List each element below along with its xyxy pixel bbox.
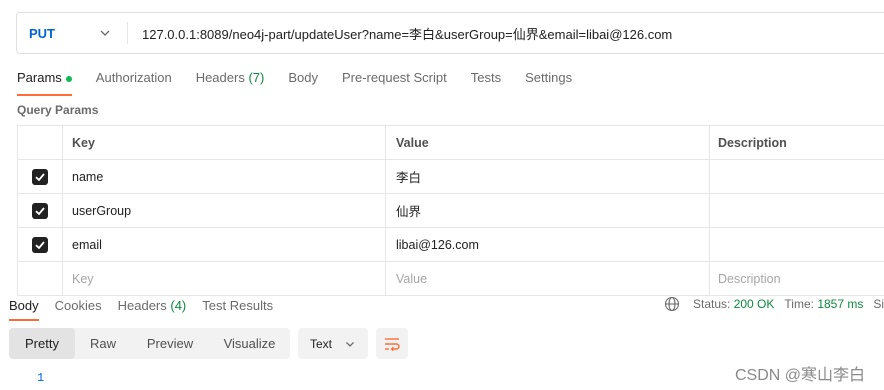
- table-row: name 李白: [17, 160, 884, 194]
- row-checkbox-cell: [17, 262, 63, 295]
- param-value[interactable]: 李白: [386, 160, 710, 193]
- wrap-lines-button[interactable]: [376, 328, 408, 359]
- column-header-value: Value: [386, 126, 710, 159]
- header-checkbox-cell: [17, 126, 63, 159]
- format-select-label: Text: [310, 336, 333, 351]
- checkbox-checked-icon[interactable]: [32, 168, 48, 185]
- request-url-bar: PUT 127.0.0.1:8089/neo4j-part/updateUser…: [16, 12, 884, 54]
- tab-pre-request-script[interactable]: Pre-request Script: [342, 70, 447, 94]
- tab-label: Body: [288, 70, 318, 85]
- column-header-key: Key: [63, 126, 386, 159]
- tab-params[interactable]: Params: [17, 70, 72, 96]
- row-checkbox-cell: [17, 160, 63, 193]
- tab-label: Headers: [195, 70, 245, 85]
- new-description-input[interactable]: Description: [710, 262, 884, 295]
- chevron-down-icon: [100, 30, 110, 36]
- param-description[interactable]: [710, 194, 884, 227]
- new-key-input[interactable]: Key: [63, 262, 386, 295]
- table-row-new: Key Value Description: [17, 262, 884, 296]
- tab-label: Tests: [470, 70, 502, 85]
- param-value[interactable]: 仙界: [386, 194, 710, 227]
- table-row: email libai@126.com: [17, 228, 884, 262]
- url-input[interactable]: 127.0.0.1:8089/neo4j-part/updateUser?nam…: [128, 24, 672, 43]
- param-description[interactable]: [710, 160, 884, 193]
- param-value[interactable]: libai@126.com: [386, 228, 710, 261]
- view-pretty-button[interactable]: Pretty: [9, 328, 75, 359]
- tab-cookies[interactable]: Cookies: [55, 298, 102, 318]
- new-value-input[interactable]: Value: [386, 262, 710, 295]
- response-status-bar: Status: 200 OK Time: 1857 ms Si: [664, 296, 884, 312]
- response-tabs: Body Cookies Headers (4) Test Results: [9, 296, 289, 321]
- tab-label: Pre-request Script: [341, 70, 447, 85]
- format-select[interactable]: Text: [298, 328, 368, 359]
- tab-label: Headers: [117, 298, 167, 313]
- view-visualize-button[interactable]: Visualize: [209, 328, 290, 359]
- tab-settings[interactable]: Settings: [525, 70, 572, 94]
- tab-label: Settings: [525, 70, 573, 85]
- tab-headers[interactable]: Headers (7): [196, 70, 265, 94]
- tab-body[interactable]: Body: [288, 70, 318, 94]
- params-indicator-dot: [65, 75, 72, 82]
- response-time[interactable]: 1857 ms: [817, 297, 863, 311]
- watermark: CSDN @寒山李白: [735, 367, 866, 384]
- tab-response-body[interactable]: Body: [9, 298, 39, 321]
- headers-count: (7): [248, 70, 265, 85]
- checkbox-checked-icon[interactable]: [32, 236, 48, 253]
- query-params-table: Key Value Description name 李白 userGroup …: [17, 125, 884, 296]
- globe-icon[interactable]: [664, 296, 680, 312]
- time-label: Time:: [784, 297, 814, 311]
- tab-response-headers[interactable]: Headers (4): [118, 298, 187, 318]
- column-header-description: Description: [718, 135, 787, 150]
- method-label: PUT: [29, 25, 55, 41]
- wrap-lines-icon: [385, 337, 400, 351]
- row-checkbox-cell: [17, 228, 63, 261]
- chevron-down-icon: [346, 341, 354, 347]
- param-key[interactable]: name: [63, 160, 386, 193]
- request-tabs: Params Authorization Headers (7) Body Pr…: [17, 68, 596, 96]
- tab-authorization[interactable]: Authorization: [96, 70, 172, 94]
- editor-line-number: 1: [37, 371, 45, 385]
- tab-tests[interactable]: Tests: [471, 70, 501, 94]
- table-row: userGroup 仙界: [17, 194, 884, 228]
- param-description[interactable]: [710, 228, 884, 261]
- table-header-row: Key Value Description: [17, 126, 884, 160]
- query-params-title: Query Params: [17, 103, 99, 117]
- tab-test-results[interactable]: Test Results: [202, 298, 273, 318]
- response-headers-count: (4): [170, 298, 187, 313]
- param-key[interactable]: email: [63, 228, 386, 261]
- method-select[interactable]: PUT: [17, 13, 127, 53]
- status-label: Status:: [693, 297, 731, 311]
- row-checkbox-cell: [17, 194, 63, 227]
- view-raw-button[interactable]: Raw: [75, 328, 131, 359]
- status-code[interactable]: 200 OK: [734, 297, 775, 311]
- checkbox-checked-icon[interactable]: [32, 202, 48, 219]
- tab-label: Authorization: [95, 70, 172, 85]
- param-key[interactable]: userGroup: [63, 194, 386, 227]
- view-mode-group: Pretty Raw Preview Visualize: [9, 328, 290, 359]
- size-label-cut: Si: [873, 297, 884, 311]
- tab-label: Params: [17, 70, 62, 85]
- view-preview-button[interactable]: Preview: [131, 328, 209, 359]
